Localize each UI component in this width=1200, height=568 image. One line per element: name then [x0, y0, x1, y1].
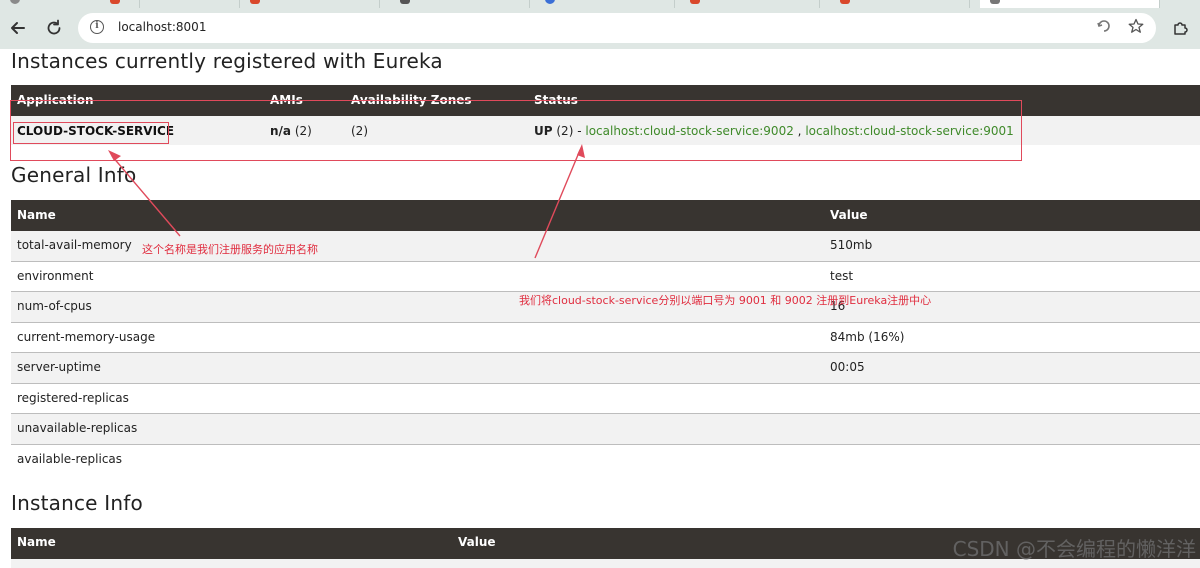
close-tab-icon[interactable]: ✕	[656, 0, 664, 3]
favorite-star-icon[interactable]	[1128, 18, 1144, 38]
page-favicon-icon	[545, 0, 555, 4]
address-bar[interactable]: i localhost:8001	[78, 13, 1156, 43]
back-button[interactable]	[4, 14, 32, 42]
close-tab-icon[interactable]: ✕	[951, 0, 959, 3]
read-aloud-icon[interactable]	[1096, 18, 1112, 38]
extensions-button[interactable]	[1166, 14, 1194, 42]
csdn-favicon-icon	[110, 0, 120, 4]
tab-strip: ✕ ✕ ✕ ✕ ✕ ✕	[0, 0, 1200, 8]
browser-tab[interactable]: ✕	[390, 0, 530, 8]
arrow-to-instances	[534, 149, 581, 259]
browser-tab-active[interactable]	[980, 0, 1160, 8]
close-tab-icon[interactable]: ✕	[361, 0, 369, 3]
csdn-watermark: CSDN @不会编程的懒洋洋	[952, 537, 1196, 561]
reload-icon	[47, 19, 61, 35]
annotation-ports-note: 我们将cloud-stock-service分别以端口号为 9001 和 900…	[519, 294, 932, 307]
eureka-dashboard: Instances currently registered with Eure…	[0, 49, 1200, 568]
annotation-app-name-note: 这个名称是我们注册服务的应用名称	[142, 243, 318, 256]
csdn-favicon-icon	[250, 0, 260, 4]
profile-avatar-icon	[10, 0, 20, 4]
browser-tab[interactable]: ✕	[680, 0, 820, 8]
browser-tab[interactable]: ✕	[240, 0, 380, 8]
page-favicon-icon	[400, 0, 410, 4]
browser-tab[interactable]: ✕	[830, 0, 970, 8]
extensions-icon	[1174, 22, 1188, 35]
reload-button[interactable]	[40, 14, 68, 42]
site-info-icon[interactable]: i	[90, 20, 104, 34]
csdn-favicon-icon	[690, 0, 700, 4]
csdn-favicon-icon	[840, 0, 850, 4]
arrow-to-app-name	[111, 155, 181, 237]
browser-toolbar: i localhost:8001	[0, 8, 1200, 49]
arrowhead-app-name	[108, 150, 121, 161]
close-tab-icon[interactable]: ✕	[221, 0, 229, 3]
browser-tab[interactable]: ✕	[100, 0, 240, 8]
close-tab-icon[interactable]: ✕	[511, 0, 519, 3]
close-tab-icon[interactable]: ✕	[801, 0, 809, 3]
back-arrow-icon	[11, 22, 25, 34]
address-url[interactable]: localhost:8001	[118, 20, 206, 34]
page-favicon-icon	[990, 0, 1000, 4]
browser-tab[interactable]: ✕	[535, 0, 675, 8]
annotation-arrows	[108, 144, 585, 259]
